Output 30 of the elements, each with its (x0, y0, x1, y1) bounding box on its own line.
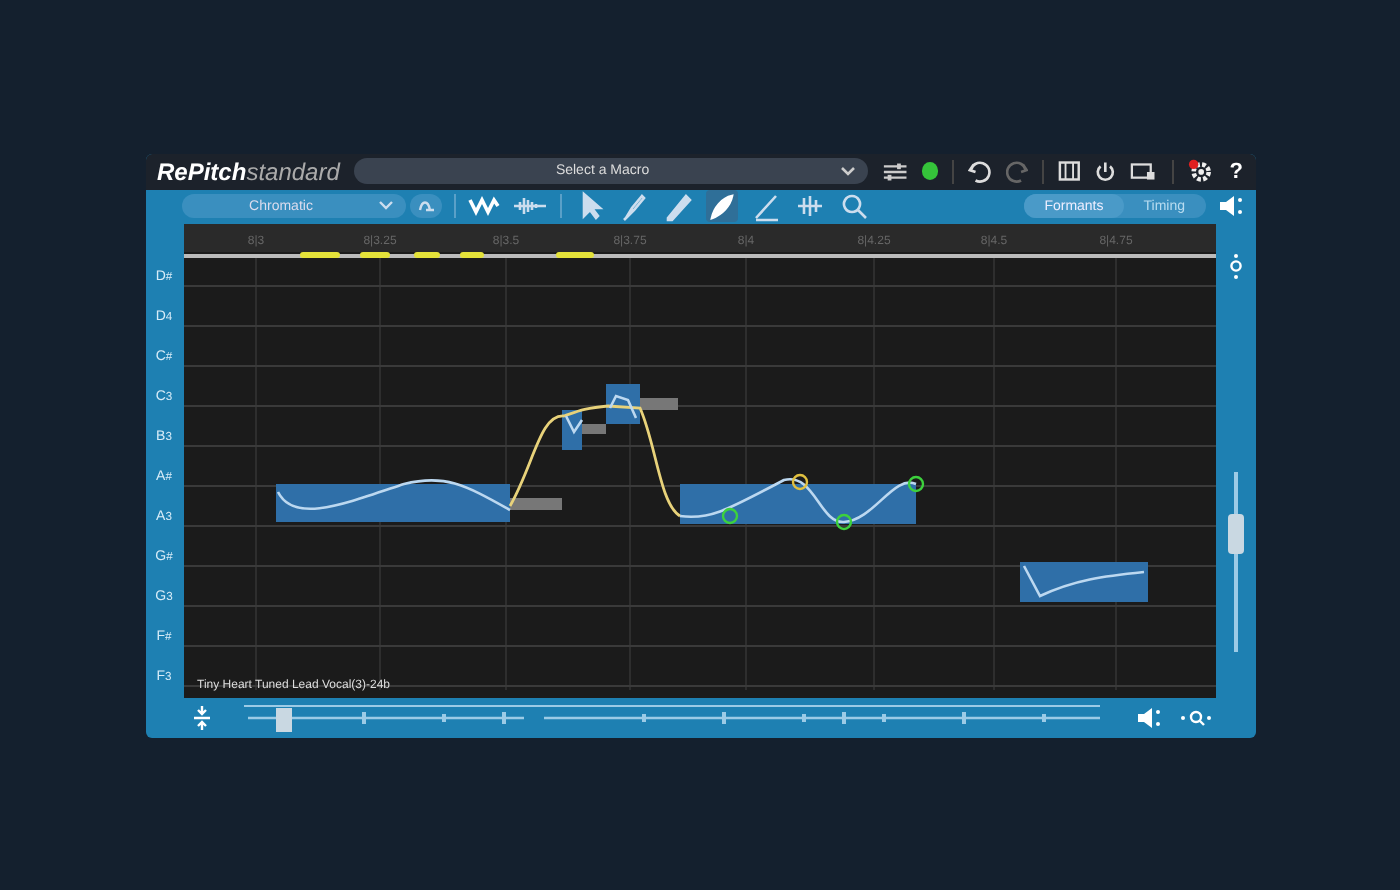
panel-icon[interactable] (1057, 160, 1081, 182)
marker (359, 251, 389, 258)
pitch-curve-icon[interactable] (467, 196, 499, 217)
pencil-tool-icon[interactable] (661, 190, 693, 223)
power-icon[interactable] (1094, 159, 1117, 183)
undo-icon[interactable] (968, 159, 992, 183)
chevron-icon (377, 200, 393, 213)
screen-icon[interactable] (1130, 159, 1158, 183)
waveform-icon[interactable] (511, 196, 547, 217)
speaker-icon[interactable] (1217, 194, 1245, 219)
search-icon[interactable] (837, 190, 869, 223)
waveform-overview[interactable] (243, 703, 1099, 732)
marker (299, 251, 339, 258)
search-icon[interactable] (1179, 707, 1211, 728)
chevron-icon (839, 165, 856, 177)
help-button[interactable]: ? (1229, 159, 1243, 183)
collapse-icon[interactable] (191, 703, 211, 732)
snap-icon[interactable] (409, 194, 441, 219)
line-tool-icon[interactable] (749, 190, 781, 223)
settings-icon[interactable] (1187, 158, 1212, 184)
slider-thumb[interactable] (1227, 514, 1243, 555)
app-logo: RePitchstandard (157, 157, 340, 185)
marker (413, 251, 439, 258)
redo-icon[interactable] (1005, 159, 1028, 183)
speaker-icon[interactable] (1135, 705, 1163, 730)
marker (555, 251, 593, 258)
zoom-icon[interactable] (1227, 251, 1243, 280)
sliders-icon[interactable] (881, 159, 908, 183)
marker (459, 251, 483, 258)
nib-tool-icon[interactable] (705, 190, 737, 223)
